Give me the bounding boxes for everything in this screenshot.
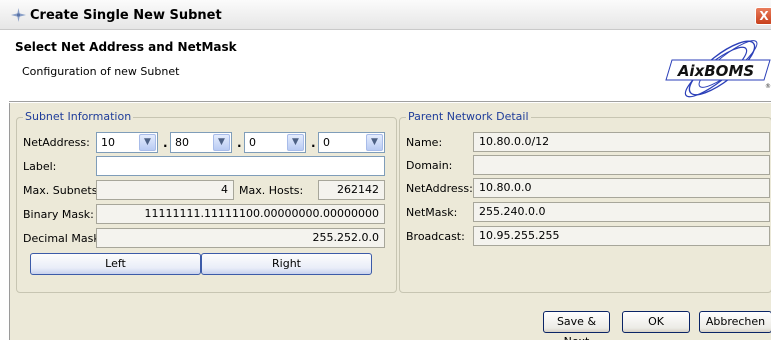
octet-separator: . (163, 136, 168, 150)
parent-name-value: 10.80.0.0/12 (473, 132, 770, 152)
close-button[interactable]: X (755, 7, 771, 25)
parent-network-detail-title: Parent Network Detail (406, 110, 531, 123)
parent-net-address-value: 10.80.0.0 (473, 178, 770, 198)
label-label: Label: (23, 160, 57, 173)
parent-netmask-value: 255.240.0.0 (473, 202, 770, 222)
subnet-information-group: Subnet Information NetAddress: 10 ▼ . 80… (16, 111, 397, 293)
octet-2-select[interactable]: 80 ▼ (170, 132, 232, 153)
octet-3-select[interactable]: 0 ▼ (244, 132, 306, 153)
octet-2-value: 80 (175, 136, 189, 149)
decimal-mask-value: 255.252.0.0 (96, 228, 385, 248)
max-hosts-label: Max. Hosts: (239, 184, 304, 197)
parent-broadcast-value: 10.95.255.255 (473, 226, 770, 246)
decimal-mask-label: Decimal Mask: (23, 232, 104, 245)
parent-network-detail-group: Parent Network Detail Name: 10.80.0.0/12… (399, 111, 771, 293)
logo-text: AixBOMS (677, 62, 754, 80)
chevron-down-icon[interactable]: ▼ (139, 134, 156, 151)
parent-domain-value (473, 155, 770, 175)
chevron-down-icon[interactable]: ▼ (366, 134, 383, 151)
max-subnets-value: 4 (96, 180, 234, 200)
octet-1-value: 10 (101, 136, 115, 149)
cancel-button[interactable]: Abbrechen (699, 311, 771, 333)
octet-4-select[interactable]: 0 ▼ (318, 132, 385, 153)
binary-mask-value: 11111111.11111100.00000000.00000000 (96, 204, 385, 224)
close-icon: X (759, 9, 769, 23)
parent-name-label: Name: (406, 136, 443, 149)
octet-4-value: 0 (323, 136, 330, 149)
chevron-down-icon[interactable]: ▼ (213, 134, 230, 151)
octet-separator: . (311, 136, 316, 150)
net-address-label: NetAddress: (23, 136, 90, 149)
subnet-information-title: Subnet Information (23, 110, 134, 123)
ok-button[interactable]: OK (622, 311, 690, 333)
page-title: Select Net Address and NetMask (15, 40, 237, 54)
binary-mask-label: Binary Mask: (23, 208, 94, 221)
dialog-content: Subnet Information NetAddress: 10 ▼ . 80… (9, 103, 771, 340)
parent-domain-label: Domain: (406, 159, 453, 172)
max-hosts-value: 262142 (318, 180, 385, 200)
page-subtitle: Configuration of new Subnet (22, 65, 180, 78)
octet-separator: . (237, 136, 242, 150)
octet-1-select[interactable]: 10 ▼ (96, 132, 158, 153)
right-button[interactable]: Right (201, 253, 372, 275)
octet-3-value: 0 (249, 136, 256, 149)
parent-netmask-label: NetMask: (406, 206, 458, 219)
logo-registered-mark: ® (765, 83, 771, 90)
chevron-down-icon[interactable]: ▼ (287, 134, 304, 151)
title-bar[interactable]: Create Single New Subnet X (0, 0, 771, 30)
sparkle-icon (11, 8, 26, 22)
save-and-next-button[interactable]: Save & Next (543, 311, 610, 340)
parent-broadcast-label: Broadcast: (406, 230, 465, 243)
label-input[interactable] (96, 156, 385, 176)
aixboms-logo: AixBOMS ® (665, 40, 771, 98)
parent-net-address-label: NetAddress: (406, 182, 473, 195)
window-title: Create Single New Subnet (30, 8, 222, 23)
max-subnets-label: Max. Subnets: (23, 184, 102, 197)
left-button[interactable]: Left (30, 253, 201, 275)
